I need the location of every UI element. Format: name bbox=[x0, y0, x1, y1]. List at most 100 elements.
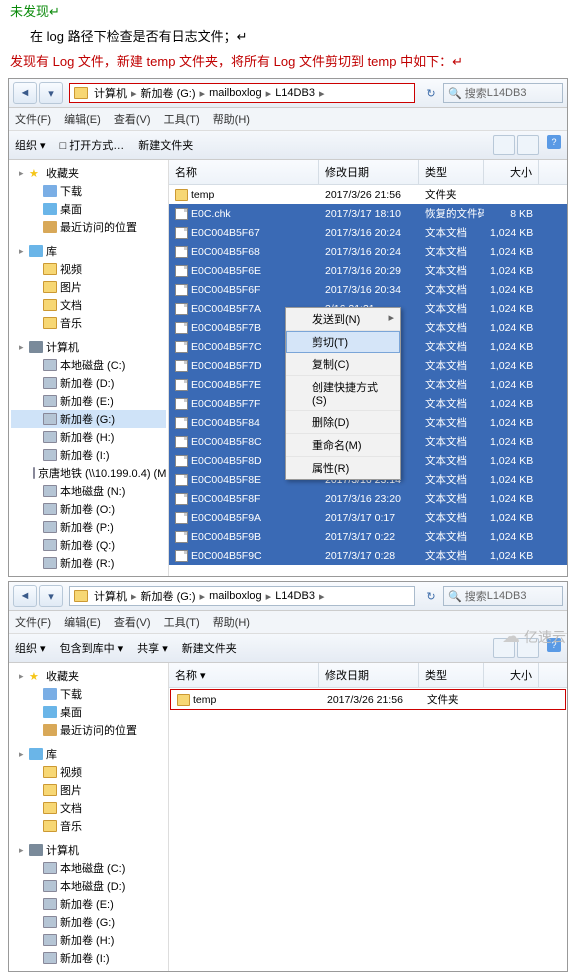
file-row[interactable]: E0C004B5F6E2017/3/16 20:29文本文档1,024 KB bbox=[169, 261, 567, 280]
tree-item-volE[interactable]: 新加卷 (E:) bbox=[11, 392, 166, 410]
menu-file[interactable]: 文件(F) bbox=[15, 114, 51, 126]
tree-item-volI[interactable]: 新加卷 (I:) bbox=[11, 949, 166, 967]
file-row[interactable]: E0C004B5F8F2017/3/16 23:20文本文档1,024 KB bbox=[169, 489, 567, 508]
tree-item-volH[interactable]: 新加卷 (H:) bbox=[11, 931, 166, 949]
newfolder-button[interactable]: 新建文件夹 bbox=[182, 640, 237, 656]
file-row[interactable]: E0C004B5F9B2017/3/17 0:22文本文档1,024 KB bbox=[169, 527, 567, 546]
tree-item-volO[interactable]: 新加卷 (O:) bbox=[11, 500, 166, 518]
forward-button[interactable]: ▾ bbox=[39, 82, 63, 104]
tree-item-recent[interactable]: 最近访问的位置 bbox=[11, 721, 166, 739]
tree-item-downloads[interactable]: 下载 bbox=[11, 182, 166, 200]
tree-item-desktop[interactable]: 桌面 bbox=[11, 200, 166, 218]
tree-item-pictures[interactable]: 图片 bbox=[11, 278, 166, 296]
menu-file[interactable]: 文件(F) bbox=[15, 617, 51, 629]
tree-item-volD[interactable]: 新加卷 (D:) bbox=[11, 374, 166, 392]
context-menu-item[interactable]: 删除(D) bbox=[286, 411, 400, 434]
address-bar[interactable]: 计算机▸ 新加卷 (G:)▸ mailboxlog▸ L14DB3▸ bbox=[69, 83, 415, 103]
back-button[interactable]: ◄ bbox=[13, 82, 37, 104]
file-row[interactable]: temp2017/3/26 21:56文件夹 bbox=[171, 690, 565, 709]
tree-item-computer[interactable]: ▸计算机 bbox=[11, 841, 166, 859]
menu-tools[interactable]: 工具(T) bbox=[164, 617, 200, 629]
col-size[interactable]: 大小 bbox=[484, 160, 539, 184]
context-menu-item[interactable]: 复制(C) bbox=[286, 353, 400, 376]
tree-item-volR[interactable]: 新加卷 (R:) bbox=[11, 554, 166, 572]
crumb-folder[interactable]: mailboxlog bbox=[207, 590, 264, 602]
col-name[interactable]: 名称 ▾ bbox=[169, 663, 319, 687]
tree-item-libraries[interactable]: ▸库 bbox=[11, 745, 166, 763]
file-row[interactable]: E0C004B5F682017/3/16 20:24文本文档1,024 KB bbox=[169, 242, 567, 261]
tree-item-computer[interactable]: ▸计算机 bbox=[11, 338, 166, 356]
menu-view[interactable]: 查看(V) bbox=[114, 617, 151, 629]
tree-item-beijing[interactable]: 京唐地铁 (\\10.199.0.4) (M:) bbox=[11, 464, 166, 482]
refresh-button[interactable]: ↻ bbox=[421, 586, 441, 606]
tree-item-videos[interactable]: 视频 bbox=[11, 260, 166, 278]
tree-item-documents[interactable]: 文档 bbox=[11, 799, 166, 817]
view-mode-button[interactable] bbox=[493, 135, 515, 155]
file-row[interactable]: E0C004B5F6F2017/3/16 20:34文本文档1,024 KB bbox=[169, 280, 567, 299]
back-button[interactable]: ◄ bbox=[13, 585, 37, 607]
search-box[interactable]: 🔍 搜索 L14DB3 bbox=[443, 83, 563, 103]
col-type[interactable]: 类型 bbox=[419, 160, 484, 184]
col-date[interactable]: 修改日期 bbox=[319, 663, 419, 687]
search-box[interactable]: 🔍 搜索 L14DB3 bbox=[443, 586, 563, 606]
crumb-drive[interactable]: 新加卷 (G:) bbox=[139, 85, 198, 101]
tree-item-downloads[interactable]: 下载 bbox=[11, 685, 166, 703]
tree-item-volE[interactable]: 新加卷 (E:) bbox=[11, 895, 166, 913]
context-menu-item[interactable]: 属性(R) bbox=[286, 457, 400, 479]
preview-pane-button[interactable] bbox=[517, 135, 539, 155]
context-menu-item[interactable]: 发送到(N)▸ bbox=[286, 308, 400, 331]
tree-item-recent[interactable]: 最近访问的位置 bbox=[11, 218, 166, 236]
tree-item-documents[interactable]: 文档 bbox=[11, 296, 166, 314]
tree-item-favorites[interactable]: ▸★收藏夹 bbox=[11, 164, 166, 182]
tree-item-volG[interactable]: 新加卷 (G:) bbox=[11, 410, 166, 428]
tree-item-volQ[interactable]: 新加卷 (Q:) bbox=[11, 536, 166, 554]
tree-item-favorites[interactable]: ▸★收藏夹 bbox=[11, 667, 166, 685]
tree-item-videos[interactable]: 视频 bbox=[11, 763, 166, 781]
tree-item-desktop[interactable]: 桌面 bbox=[11, 703, 166, 721]
include-button[interactable]: 包含到库中 ▾ bbox=[60, 640, 124, 656]
file-row[interactable]: E0C004B5F672017/3/16 20:24文本文档1,024 KB bbox=[169, 223, 567, 242]
col-size[interactable]: 大小 bbox=[484, 663, 539, 687]
crumb-computer[interactable]: 计算机 bbox=[92, 588, 129, 604]
tree-item-volG[interactable]: 新加卷 (G:) bbox=[11, 913, 166, 931]
organize-button[interactable]: 组织 ▾ bbox=[15, 640, 46, 656]
tree-item-volI[interactable]: 新加卷 (I:) bbox=[11, 446, 166, 464]
tree-item-localD[interactable]: 本地磁盘 (D:) bbox=[11, 877, 166, 895]
file-row[interactable]: E0C.chk2017/3/17 18:10恢复的文件碎片8 KB bbox=[169, 204, 567, 223]
menu-help[interactable]: 帮助(H) bbox=[213, 617, 250, 629]
tree-item-pictures[interactable]: 图片 bbox=[11, 781, 166, 799]
file-row[interactable]: temp2017/3/26 21:56文件夹 bbox=[169, 185, 567, 204]
crumb-drive[interactable]: 新加卷 (G:) bbox=[139, 588, 198, 604]
newfolder-button[interactable]: 新建文件夹 bbox=[138, 137, 193, 153]
tree-item-music[interactable]: 音乐 bbox=[11, 314, 166, 332]
tree-item-music[interactable]: 音乐 bbox=[11, 817, 166, 835]
refresh-button[interactable]: ↻ bbox=[421, 83, 441, 103]
address-bar[interactable]: 计算机▸ 新加卷 (G:)▸ mailboxlog▸ L14DB3▸ bbox=[69, 586, 415, 606]
tree-item-volP[interactable]: 新加卷 (P:) bbox=[11, 518, 166, 536]
file-row[interactable]: E0C004B5F9C2017/3/17 0:28文本文档1,024 KB bbox=[169, 546, 567, 565]
crumb-computer[interactable]: 计算机 bbox=[92, 85, 129, 101]
context-menu-item[interactable]: 重命名(M) bbox=[286, 434, 400, 457]
col-name[interactable]: 名称 bbox=[169, 160, 319, 184]
menu-edit[interactable]: 编辑(E) bbox=[64, 617, 101, 629]
tree-item-localC[interactable]: 本地磁盘 (C:) bbox=[11, 356, 166, 374]
col-date[interactable]: 修改日期 bbox=[319, 160, 419, 184]
menu-edit[interactable]: 编辑(E) bbox=[64, 114, 101, 126]
crumb-current[interactable]: L14DB3 bbox=[273, 87, 317, 99]
file-row[interactable]: E0C004B5F9A2017/3/17 0:17文本文档1,024 KB bbox=[169, 508, 567, 527]
menu-tools[interactable]: 工具(T) bbox=[164, 114, 200, 126]
tree-item-volH[interactable]: 新加卷 (H:) bbox=[11, 428, 166, 446]
crumb-current[interactable]: L14DB3 bbox=[273, 590, 317, 602]
context-menu-item[interactable]: 剪切(T) bbox=[286, 331, 400, 353]
openwith-button[interactable]: □ 打开方式… bbox=[60, 137, 125, 153]
organize-button[interactable]: 组织 ▾ bbox=[15, 137, 46, 153]
forward-button[interactable]: ▾ bbox=[39, 585, 63, 607]
share-button[interactable]: 共享 ▾ bbox=[137, 640, 168, 656]
menu-view[interactable]: 查看(V) bbox=[114, 114, 151, 126]
context-menu-item[interactable]: 创建快捷方式(S) bbox=[286, 376, 400, 411]
col-type[interactable]: 类型 bbox=[419, 663, 484, 687]
tree-item-libraries[interactable]: ▸库 bbox=[11, 242, 166, 260]
help-icon[interactable]: ? bbox=[547, 135, 561, 149]
tree-item-localN[interactable]: 本地磁盘 (N:) bbox=[11, 482, 166, 500]
crumb-folder[interactable]: mailboxlog bbox=[207, 87, 264, 99]
